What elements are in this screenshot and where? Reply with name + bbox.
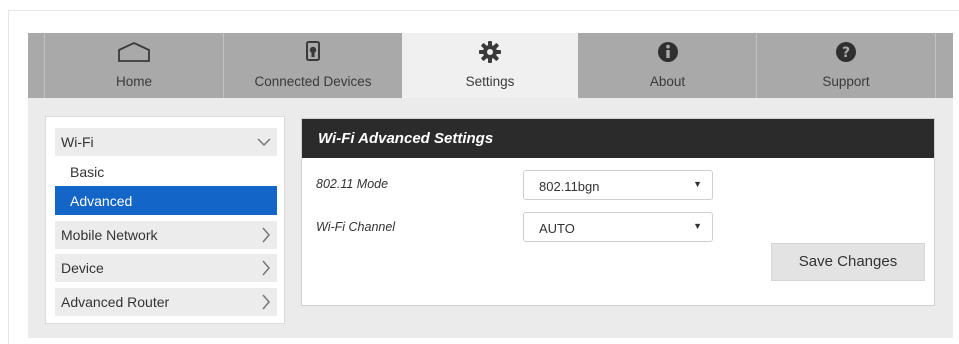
tab-about[interactable]: About [579,33,756,98]
dropdown-arrow-icon: ▼ [693,179,702,189]
device-icon [224,39,402,65]
sidebar-item-advanced-router[interactable]: Advanced Router [55,288,277,316]
top-navigation: Home Connected Devices Settings About ? … [28,33,953,98]
sidebar-subitem-advanced[interactable]: Advanced [55,186,277,215]
sidebar-subitem-basic[interactable]: Basic [55,158,277,185]
tab-connected-devices-label: Connected Devices [254,74,372,89]
sidebar-item-wifi[interactable]: Wi-Fi [55,128,277,156]
gear-icon [402,39,578,65]
sidebar-item-label: Device [61,260,104,276]
home-icon [45,39,223,65]
sidebar-item-label: Wi-Fi [61,134,94,150]
dropdown-arrow-icon: ▼ [693,221,702,231]
panel-header: Wi-Fi Advanced Settings [302,119,934,158]
info-icon [579,39,756,65]
mode-select-value: 802.11bgn [539,179,600,194]
svg-text:?: ? [842,45,850,61]
mode-select[interactable]: 802.11bgn ▼ [523,170,713,200]
sidebar-item-device[interactable]: Device [55,254,277,282]
help-icon: ? [757,39,935,65]
sidebar-item-mobile-network[interactable]: Mobile Network [55,221,277,249]
sidebar-item-label: Advanced Router [61,294,170,310]
sidebar-subitem-label: Advanced [70,192,133,209]
nav-divider [935,33,936,98]
tab-settings-label: Settings [465,74,515,89]
tab-support-label: Support [822,74,870,89]
tab-settings[interactable]: Settings [402,33,578,98]
tab-support[interactable]: ? Support [757,33,935,98]
chevron-right-icon [262,294,270,310]
panel-title: Wi-Fi Advanced Settings [318,130,494,147]
tab-home[interactable]: Home [45,33,223,98]
tab-about-label: About [649,74,686,89]
tab-home-label: Home [115,74,152,89]
save-changes-button[interactable]: Save Changes [771,243,925,281]
channel-select[interactable]: AUTO ▼ [523,212,713,242]
chevron-down-icon [257,138,271,147]
sidebar-item-label: Mobile Network [61,227,158,243]
chevron-right-icon [262,227,270,243]
channel-label: Wi-Fi Channel [316,220,396,234]
settings-sidebar: Wi-Fi Basic Advanced Mobile Network Devi… [45,116,285,324]
chevron-right-icon [262,260,270,276]
mode-label: 802.11 Mode [316,177,389,191]
channel-select-value: AUTO [539,221,575,236]
tab-connected-devices[interactable]: Connected Devices [224,33,402,98]
sidebar-subitem-label: Basic [70,163,105,180]
